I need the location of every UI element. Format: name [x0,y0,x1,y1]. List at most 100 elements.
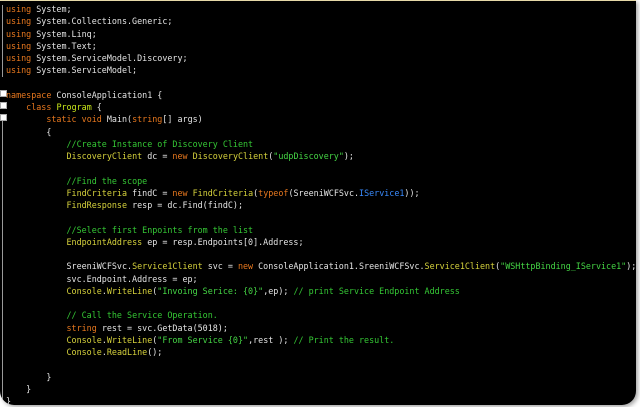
fold-guide [2,121,3,403]
code-token-type: ReadLine [106,347,148,357]
code-line: { [6,126,636,138]
code-token-kw: string [66,322,97,333]
code-token-kw: using [6,40,32,51]
code-token-type: WriteLine [106,334,153,345]
code-token-kw: namespace [6,89,52,100]
code-token-txt: ,ep); [263,285,294,296]
code-token-txt: ConsoleApplication1 { [51,89,163,100]
code-line: using System; [6,3,636,15]
code-token-type: Console [66,334,102,345]
code-token-kw: new [172,187,188,198]
code-line: // Call the Service Operation. [6,309,636,321]
code-token-kw: string [132,114,163,125]
code-token-kw: class [26,102,52,112]
code-line: } [6,395,636,405]
code-line: class Program { [6,101,636,113]
code-line: Console.WriteLine("Invoing Serice: {0}",… [6,285,636,297]
code-token-cm: // Print the result. [293,334,395,345]
code-token-txt: Main( [101,114,133,125]
code-token-kw: using [6,16,32,27]
code-token-cm: //Select first Enpoints from the list [66,224,254,235]
code-token-str: "WSHttpBinding_IService1" [500,261,627,272]
code-token-iface: IService1 [359,187,405,198]
code-token-txt: dc = [142,151,173,161]
code-line: using System.Linq; [6,28,636,40]
code-token-txt: } [6,396,12,405]
code-token-txt: ); [343,151,354,161]
code-token-type: Console [66,347,102,357]
code-token-txt: findC = [127,187,173,198]
code-token-type: FindResponse [66,200,128,210]
code-token-cm: //Create Instance of Discovery Client [66,138,254,149]
code-token-txt: System.Linq; [31,28,97,39]
code-line: namespace ConsoleApplication1 { [6,89,636,101]
fold-guide [2,5,3,77]
code-line: EndpointAddress ep = resp.Endpoints[0].A… [6,236,636,248]
code-line: //Select first Enpoints from the list [6,224,636,236]
code-token-type: DiscoveryClient [66,151,143,161]
code-token-txt: } [6,371,52,382]
code-token-txt: (); [147,347,163,357]
code-line: FindCriteria findC = new FindCriteria(ty… [6,187,636,199]
code-line: using System.Text; [6,40,636,52]
code-token-txt: { [6,126,52,137]
code-token-kw: typeof [258,187,289,198]
code-token-str: "From Service {0}" [157,334,249,345]
code-line: string rest = svc.GetData(5018); [6,322,636,334]
code-token-txt: System.ServiceModel.Discovery; [31,53,188,63]
code-token-kw: using [6,28,32,39]
code-line: } [6,383,636,395]
code-token-txt: [] args) [162,114,203,125]
code-line: Console.ReadLine(); [6,346,636,358]
code-token-cm: // print Service Endpoint Address [293,285,460,296]
code-token-cm: // Call the Service Operation. [66,310,218,321]
code-token-txt: resp = dc.Find(findC); [127,200,244,210]
code-editor[interactable]: using System; using System.Collections.Ge… [0,0,636,405]
code-line: using System.ServiceModel; [6,64,636,76]
code-token-type: Console [66,285,102,296]
code-token-type: EndpointAddress [66,236,143,247]
code-token-str: "udpDiscovery" [273,151,344,161]
code-token-type: DiscoveryClient [192,151,269,161]
code-token-type: Service1Client [424,261,496,272]
code-token-txt: svc.Endpoint.Address = ep; [6,273,198,284]
code-token-kw: void [81,114,102,125]
code-token-txt: ConsoleApplication1.SreeniWCFSvc. [253,261,425,272]
code-token-txt: SreeniWCFSvc. [6,261,133,272]
code-token-txt: System.Text; [31,40,97,51]
code-token-txt: System; [31,4,72,14]
code-line: //Find the scope [6,175,636,187]
code-line: using System.ServiceModel.Discovery; [6,52,636,64]
code-token-txt: ep = resp.Endpoints[0].Address; [142,236,304,247]
code-line: svc.Endpoint.Address = ep; [6,273,636,285]
code-token-txt: )); [404,187,420,198]
code-line: SreeniWCFSvc.Service1Client svc = new Co… [6,260,637,272]
code-token-type: Service1Client [132,261,203,272]
code-line: FindResponse resp = dc.Find(findC); [6,199,636,211]
code-token-kw: using [6,4,32,14]
code-token-kw: using [6,65,32,76]
code-line: //Create Instance of Discovery Client [6,138,636,150]
code-token-txt: rest = svc.GetData(5018); [96,322,228,333]
code-line: DiscoveryClient dc = new DiscoveryClient… [6,150,636,162]
code-text[interactable]: using System; using System.Collections.Ge… [6,3,636,405]
code-token-txt: ); [626,261,636,272]
code-token-kw: using [6,53,32,63]
